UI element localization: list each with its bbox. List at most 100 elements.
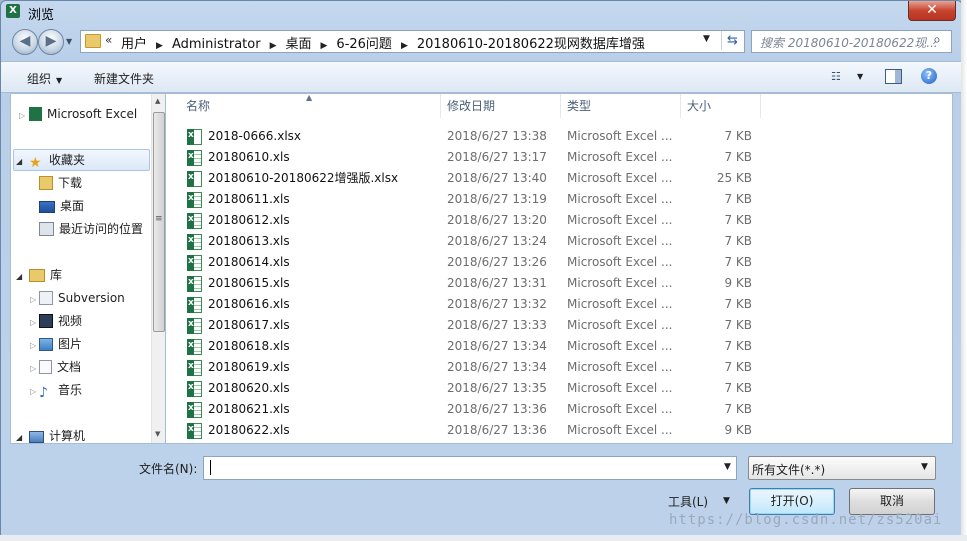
file-size: 7 KB [724, 234, 752, 248]
file-type-select[interactable]: 所有文件(*.*) ▼ [748, 456, 936, 480]
table-row[interactable]: 2018-0666.xlsx 2018/6/27 13:38 Microsoft E… [166, 126, 952, 147]
recent-locations-chevron-icon[interactable]: ▼ [66, 37, 72, 46]
star-icon: ★ [29, 155, 42, 171]
expand-arrow-icon[interactable]: ▷ [19, 111, 25, 120]
filename-input[interactable]: ▼ [203, 456, 737, 480]
column-header-type[interactable]: 类型 [567, 94, 677, 118]
file-type: Microsoft Excel ... [567, 192, 673, 206]
nav-item-recent-places[interactable]: 最近访问的位置 [39, 219, 143, 239]
column-divider[interactable] [560, 94, 561, 118]
table-row[interactable]: 20180614.xls 2018/6/27 13:26 Microsoft Exc… [166, 252, 952, 273]
column-header-name[interactable]: 名称 [186, 94, 439, 118]
nav-item-desktop[interactable]: 桌面 [39, 196, 84, 216]
expand-arrow-icon[interactable]: ▷ [30, 387, 36, 396]
file-name: 20180615.xls [208, 276, 290, 290]
nav-item-videos[interactable]: 视频 [39, 311, 82, 331]
nav-item-favorites[interactable]: ★ 收藏夹 [29, 150, 85, 171]
expand-arrow-icon[interactable]: ▷ [30, 318, 36, 327]
nav-item-documents[interactable]: 文档 [39, 357, 81, 377]
table-row[interactable]: 20180621.xls 2018/6/27 13:36 Microsoft Exc… [166, 399, 952, 420]
collapse-arrow-icon[interactable]: ◢ [16, 157, 22, 166]
nav-item-music[interactable]: ♪ 音乐 [39, 380, 82, 401]
breadcrumb-item[interactable]: 6-26问题 [336, 37, 392, 52]
search-box[interactable]: 搜索 20180610-20180622现... ⌕ [751, 30, 952, 53]
view-options-chevron-icon[interactable]: ▼ [857, 72, 863, 81]
tools-button[interactable]: 工具(L) [668, 493, 708, 510]
file-type: Microsoft Excel ... [567, 360, 673, 374]
nav-item-subversion[interactable]: Subversion [39, 288, 125, 308]
search-input[interactable]: 搜索 20180610-20180622现... [760, 34, 938, 51]
file-size: 7 KB [724, 297, 752, 311]
nav-item-pictures[interactable]: 图片 [39, 334, 82, 354]
address-bar[interactable]: « 用户 ▶ Administrator ▶ 桌面 ▶ 6-26问题 ▶ 20180610-20… [80, 30, 745, 53]
collapse-arrow-icon[interactable]: ◢ [16, 272, 22, 281]
filename-dropdown-icon[interactable]: ▼ [724, 462, 731, 472]
preview-pane-icon[interactable] [885, 69, 902, 84]
file-date: 2018/6/27 13:34 [447, 360, 547, 374]
address-dropdown-icon[interactable]: ▼ [703, 34, 710, 44]
chevron-down-icon: ▼ [56, 76, 63, 85]
breadcrumb-separator-icon[interactable]: ▶ [321, 41, 328, 51]
table-row[interactable]: 20180610-20180622增强版.xlsx 2018/6/27 13:40… [166, 168, 952, 189]
breadcrumb-item[interactable]: 用户 [121, 37, 147, 52]
expand-arrow-icon[interactable]: ▷ [30, 364, 36, 373]
scroll-up-icon[interactable]: ▲ [155, 97, 160, 105]
column-divider[interactable] [680, 94, 681, 118]
refresh-icon[interactable]: ⇆ [721, 31, 743, 50]
table-row[interactable]: 20180619.xls 2018/6/27 13:34 Microsoft Exc… [166, 357, 952, 378]
video-library-icon [39, 314, 53, 328]
nav-item-computer[interactable]: 计算机 [29, 426, 85, 446]
nav-item-libraries[interactable]: 库 [29, 265, 62, 285]
table-row[interactable]: 20180617.xls 2018/6/27 13:33 Microsoft Exc… [166, 315, 952, 336]
breadcrumb-item[interactable]: 桌面 [285, 37, 311, 52]
cancel-button[interactable]: 取消 [849, 488, 935, 515]
breadcrumb-separator-icon[interactable]: ▶ [270, 41, 277, 51]
file-date: 2018/6/27 13:35 [447, 381, 547, 395]
table-row[interactable]: 20180622.xls 2018/6/27 13:36 Microsoft Exc… [166, 420, 952, 441]
open-button[interactable]: 打开(O) [749, 488, 835, 515]
breadcrumb-item[interactable]: Administrator [172, 37, 261, 52]
table-row[interactable]: 20180613.xls 2018/6/27 13:24 Microsoft Exc… [166, 231, 952, 252]
file-name: 20180614.xls [208, 255, 290, 269]
table-row[interactable]: 20180615.xls 2018/6/27 13:31 Microsoft Exc… [166, 273, 952, 294]
column-header-date[interactable]: 修改日期 [447, 94, 557, 118]
new-folder-button[interactable]: 新建文件夹 [94, 70, 154, 87]
file-name: 20180621.xls [208, 402, 290, 416]
help-icon[interactable]: ? [921, 68, 937, 84]
file-date: 2018/6/27 13:17 [447, 150, 547, 164]
table-row[interactable]: 20180618.xls 2018/6/27 13:34 Microsoft Exc… [166, 336, 952, 357]
column-divider[interactable] [440, 94, 441, 118]
file-size: 9 KB [724, 276, 752, 290]
table-row[interactable]: 20180612.xls 2018/6/27 13:20 Microsoft Exc… [166, 210, 952, 231]
close-button[interactable]: ✕ [908, 1, 956, 21]
expand-arrow-icon[interactable]: ▷ [30, 295, 36, 304]
text-caret [210, 460, 211, 475]
organize-button[interactable]: 组织 ▼ [27, 70, 62, 87]
nav-item-microsoft-excel[interactable]: Microsoft Excel [29, 104, 137, 124]
table-row[interactable]: 20180620.xls 2018/6/27 13:35 Microsoft Exc… [166, 378, 952, 399]
file-type: Microsoft Excel ... [567, 423, 673, 437]
breadcrumb-separator-icon[interactable]: ▶ [401, 41, 408, 51]
hidden-path-chevron[interactable]: « [105, 33, 112, 47]
change-view-icon[interactable]: ☷ [831, 70, 841, 83]
nav-item-label: 最近访问的位置 [59, 222, 144, 236]
nav-item-downloads[interactable]: 下载 [39, 173, 82, 193]
table-row[interactable]: 20180610.xls 2018/6/27 13:17 Microsoft Exc… [166, 147, 952, 168]
collapse-arrow-icon[interactable]: ◢ [16, 433, 22, 442]
column-divider[interactable] [760, 94, 761, 118]
tools-dropdown-icon[interactable]: ▼ [723, 496, 730, 506]
column-header-size[interactable]: 大小 [687, 94, 757, 118]
breadcrumb-separator-icon[interactable]: ▶ [156, 41, 163, 51]
table-row[interactable]: 20180616.xls 2018/6/27 13:32 Microsoft Exc… [166, 294, 952, 315]
scroll-down-icon[interactable]: ▼ [155, 430, 160, 438]
scrollbar-grip-icon: ≡ [155, 214, 163, 224]
breadcrumb-item[interactable]: 20180610-20180622现网数据库增强 [417, 37, 645, 52]
expand-arrow-icon[interactable]: ▷ [30, 341, 36, 350]
forward-button[interactable]: ▶ [38, 29, 64, 55]
table-row[interactable]: 20180611.xls 2018/6/27 13:19 Microsoft Exc… [166, 189, 952, 210]
file-type: Microsoft Excel ... [567, 381, 673, 395]
nav-pane-scrollbar[interactable]: ▲ ≡ ▼ [151, 94, 165, 443]
excel-file-icon [187, 169, 202, 187]
search-icon[interactable]: ⌕ [933, 32, 941, 48]
back-button[interactable]: ◀ [12, 29, 38, 55]
